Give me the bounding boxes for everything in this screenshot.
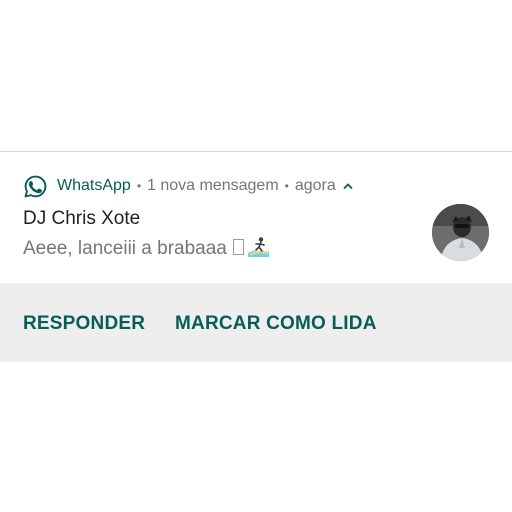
separator-dot: • — [284, 179, 289, 193]
message-preview: Aeee, lanceiii a brabaaa — [23, 236, 270, 260]
app-name: WhatsApp — [57, 177, 131, 194]
message-summary: 1 nova mensagem — [147, 177, 279, 194]
reply-button[interactable]: RESPONDER — [23, 313, 145, 335]
whatsapp-notification[interactable]: WhatsApp • 1 nova mensagem • agora DJ Ch… — [0, 151, 512, 362]
surfer-emoji-icon — [247, 237, 269, 257]
notification-header: WhatsApp • 1 nova mensagem • agora — [23, 172, 354, 200]
avatar-photo — [432, 204, 489, 261]
separator-dot: • — [136, 179, 142, 193]
message-text: Aeee, lanceiii a brabaaa — [23, 238, 227, 259]
whatsapp-icon — [24, 175, 47, 197]
missing-glyph-icon — [232, 239, 244, 255]
timestamp: agora — [294, 177, 336, 194]
contact-avatar — [432, 204, 489, 261]
sender-name: DJ Chris Xote — [23, 208, 141, 229]
chevron-up-icon[interactable] — [342, 181, 354, 191]
notification-actions: RESPONDER MARCAR COMO LIDA — [0, 283, 512, 362]
mark-as-read-button[interactable]: MARCAR COMO LIDA — [175, 313, 377, 335]
